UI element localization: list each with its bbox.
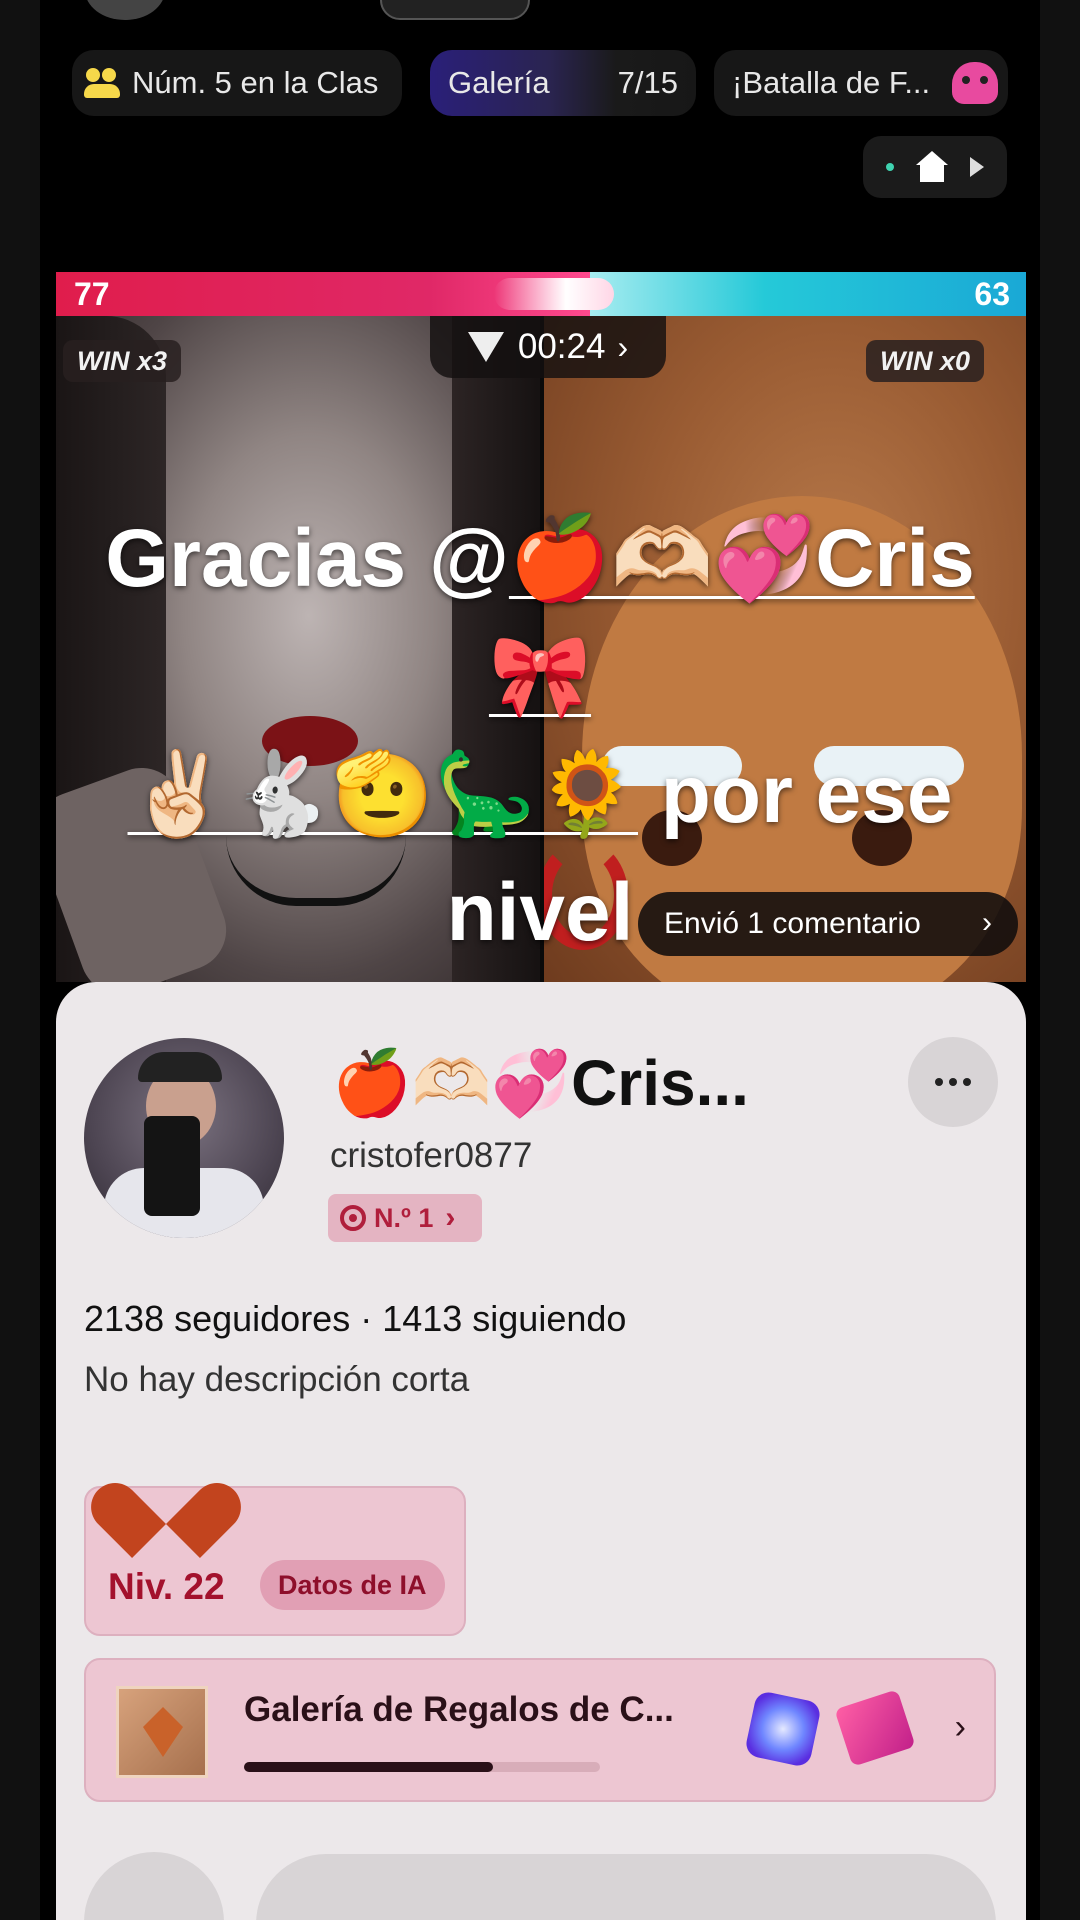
home-icon[interactable]: [915, 151, 949, 183]
banner-mention-2: ✌🏻🐇🫡🦕🌻: [127, 749, 639, 840]
battle-bar-left: 77: [56, 272, 614, 316]
level-label: Niv. 22: [108, 1566, 225, 1607]
ranking-label: Núm. 5 en la Clas: [132, 65, 379, 100]
follow-stats[interactable]: 2138 seguidores · 1413 siguiendo: [84, 1298, 626, 1340]
score-left: 77: [74, 276, 110, 312]
win-badge-right: WIN x0: [866, 340, 985, 382]
heart-gem-icon: [467, 332, 504, 362]
people-icon: [84, 66, 122, 100]
mini-controls[interactable]: [863, 136, 1007, 198]
banner-mention-1: 🍎🫶🏻💞Cris🎀: [488, 513, 975, 722]
timer-value: 00:24: [517, 327, 606, 366]
battle-score-bar: 77 63: [56, 272, 1026, 316]
battle-chip[interactable]: ¡Batalla de F...: [714, 50, 1008, 116]
device-frame-right: [1040, 0, 1080, 1920]
octopus-icon: [952, 62, 998, 104]
display-name: 🍎🫶🏻💞Cris...: [332, 1046, 749, 1119]
profile-sheet: 🍎🫶🏻💞Cris... cristofer0877 N.º 1 › 2138 s…: [56, 982, 1026, 1920]
live-dot-icon: [885, 163, 894, 171]
device-frame-left: [0, 0, 40, 1920]
more-dots-icon: [949, 1078, 957, 1086]
bottom-button-peek[interactable]: [84, 1852, 224, 1920]
chevron-right-icon: ›: [445, 1201, 456, 1234]
target-icon: [340, 1205, 366, 1231]
gallery-chip-count: 7/15: [617, 65, 678, 100]
battle-bar-right: [589, 272, 1026, 316]
follow-button-peek[interactable]: [380, 0, 530, 20]
more-button[interactable]: [908, 1037, 998, 1127]
gift-thumb-2-icon: [834, 1689, 916, 1767]
gift-gallery-progress-fill: [244, 1762, 494, 1772]
battle-chip-label: ¡Batalla de F...: [732, 65, 931, 100]
bottom-action-peek[interactable]: [256, 1854, 996, 1920]
gallery-chip-label: Galería: [448, 65, 550, 100]
username: cristofer0877: [330, 1136, 533, 1175]
avatar[interactable]: [84, 1038, 284, 1238]
level-card[interactable]: Niv. 22 Datos de IA: [84, 1486, 466, 1636]
chevron-right-icon: ›: [982, 906, 992, 939]
gift-gem-icon: [116, 1686, 208, 1778]
gift-gallery-progress: [244, 1762, 600, 1772]
banner-prefix: Gracias @: [105, 513, 509, 604]
host-avatar-peek[interactable]: [85, 0, 165, 20]
score-right: 63: [974, 276, 1010, 312]
top-peek: [40, 0, 1040, 30]
top-chip-row: Núm. 5 en la Clas Galería 7/15 ¡Batalla …: [72, 50, 1008, 116]
chevron-right-icon: ›: [617, 328, 629, 365]
ranking-chip[interactable]: Núm. 5 en la Clas: [72, 50, 402, 116]
heart-icon: [122, 1452, 212, 1532]
profile-description: No hay descripción corta: [84, 1360, 470, 1399]
play-icon[interactable]: [970, 157, 985, 177]
gift-thumb-1-icon: [743, 1689, 823, 1769]
rank-badge-label: N.º 1: [374, 1202, 434, 1233]
rank-badge[interactable]: N.º 1 ›: [328, 1194, 482, 1242]
battle-timer[interactable]: 00:24 ›: [430, 316, 666, 378]
chevron-right-icon: ›: [954, 1708, 966, 1746]
comment-pill-label: Envió 1 comentario: [664, 907, 921, 940]
gallery-chip[interactable]: Galería 7/15: [430, 50, 696, 116]
banner-suffix: por ese: [638, 749, 953, 840]
win-badge-left: WIN x3: [63, 340, 182, 382]
comment-pill[interactable]: Envió 1 comentario ›: [638, 892, 1018, 956]
gift-gallery-card[interactable]: Galería de Regalos de C... ›: [84, 1658, 996, 1802]
battle-spark-icon: [494, 278, 614, 310]
ai-data-button[interactable]: Datos de IA: [260, 1560, 445, 1610]
gift-gallery-title: Galería de Regalos de C...: [244, 1690, 674, 1729]
